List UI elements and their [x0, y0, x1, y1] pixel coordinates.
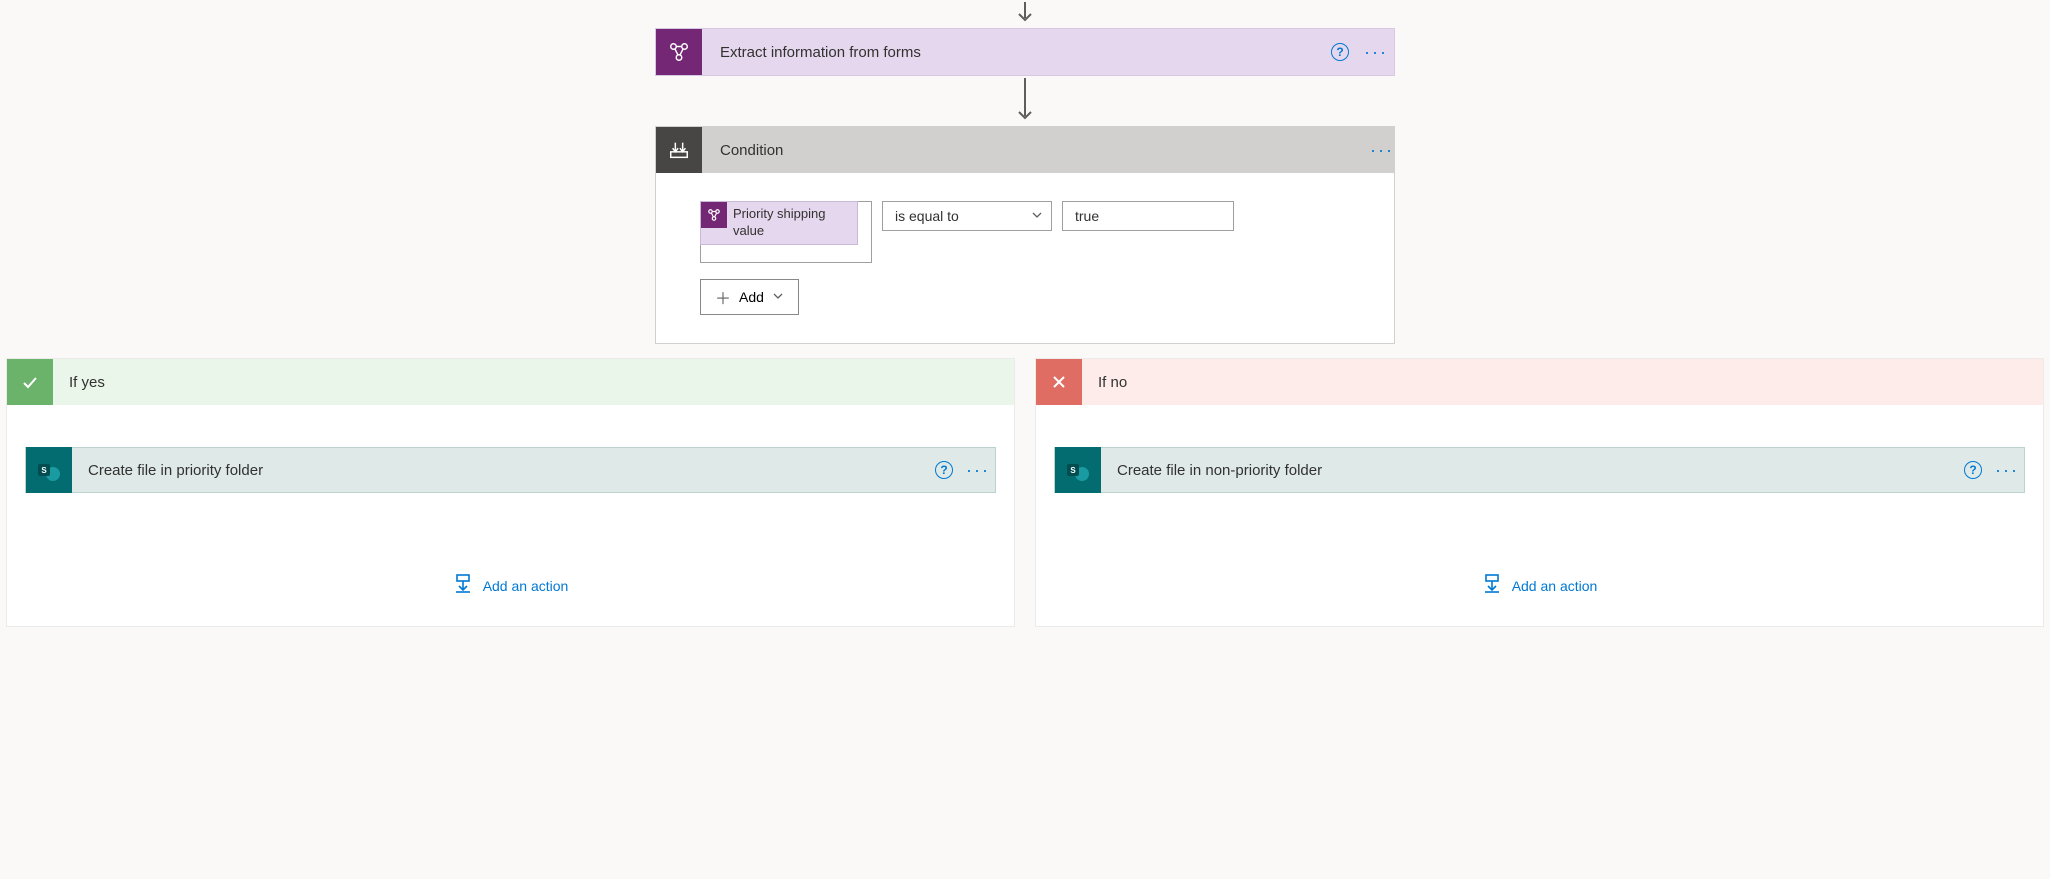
add-action-icon	[1482, 573, 1502, 598]
extract-action-title: Extract information from forms	[702, 44, 1322, 61]
sharepoint-icon: S	[26, 447, 72, 493]
add-button-label: Add	[739, 289, 764, 305]
ai-builder-icon	[701, 202, 727, 228]
no-action-card[interactable]: S Create file in non-priority folder ? ·…	[1054, 447, 2025, 493]
branch-if-no: If no S Create file in non-priority fold…	[1035, 358, 2044, 627]
check-icon	[7, 359, 53, 405]
more-menu-icon[interactable]: ···	[1370, 141, 1394, 159]
operator-value: is equal to	[895, 208, 959, 224]
yes-action-card[interactable]: S Create file in priority folder ? ···	[25, 447, 996, 493]
condition-card: Condition ··· Priority shipping value	[655, 126, 1395, 344]
token-label: Priority shipping value	[727, 202, 857, 244]
branch-if-yes: If yes S Create file in priority folder …	[6, 358, 1015, 627]
help-icon[interactable]: ?	[1956, 461, 1990, 479]
yes-action-title: Create file in priority folder	[72, 462, 927, 479]
branch-yes-label: If yes	[53, 374, 105, 391]
help-icon[interactable]: ?	[927, 461, 961, 479]
more-menu-icon[interactable]: ···	[961, 461, 995, 479]
more-menu-icon[interactable]: ···	[1358, 43, 1394, 61]
no-action-title: Create file in non-priority folder	[1101, 462, 1956, 479]
chevron-down-icon	[772, 289, 784, 305]
help-icon[interactable]: ?	[1322, 43, 1358, 61]
condition-operator-select[interactable]: is equal to	[882, 201, 1052, 231]
operand-right-value: true	[1075, 208, 1099, 224]
connector-arrow-top	[1015, 0, 1035, 28]
branch-no-label: If no	[1082, 374, 1127, 391]
condition-operand-right[interactable]: true	[1062, 201, 1234, 231]
ai-builder-icon	[656, 29, 702, 75]
close-icon	[1036, 359, 1082, 405]
branch-yes-header: If yes	[7, 359, 1014, 405]
add-condition-button[interactable]: ＋ Add	[700, 279, 799, 315]
extract-action-card[interactable]: Extract information from forms ? ···	[655, 28, 1395, 76]
condition-header[interactable]: Condition ···	[656, 127, 1394, 173]
branch-no-header: If no	[1036, 359, 2043, 405]
condition-operand-left[interactable]: Priority shipping value	[700, 201, 872, 263]
add-action-label: Add an action	[483, 578, 569, 594]
dynamic-content-token[interactable]: Priority shipping value	[700, 201, 858, 245]
add-action-no[interactable]: Add an action	[1482, 573, 1598, 608]
condition-title: Condition	[702, 142, 1370, 159]
add-action-icon	[453, 573, 473, 598]
condition-icon	[656, 127, 702, 173]
add-action-yes[interactable]: Add an action	[453, 573, 569, 608]
chevron-down-icon	[1031, 208, 1043, 224]
connector-arrow	[1015, 76, 1035, 126]
sharepoint-icon: S	[1055, 447, 1101, 493]
more-menu-icon[interactable]: ···	[1990, 461, 2024, 479]
condition-row: Priority shipping value is equal to true	[700, 201, 1350, 263]
plus-icon: ＋	[715, 285, 731, 309]
add-action-label: Add an action	[1512, 578, 1598, 594]
